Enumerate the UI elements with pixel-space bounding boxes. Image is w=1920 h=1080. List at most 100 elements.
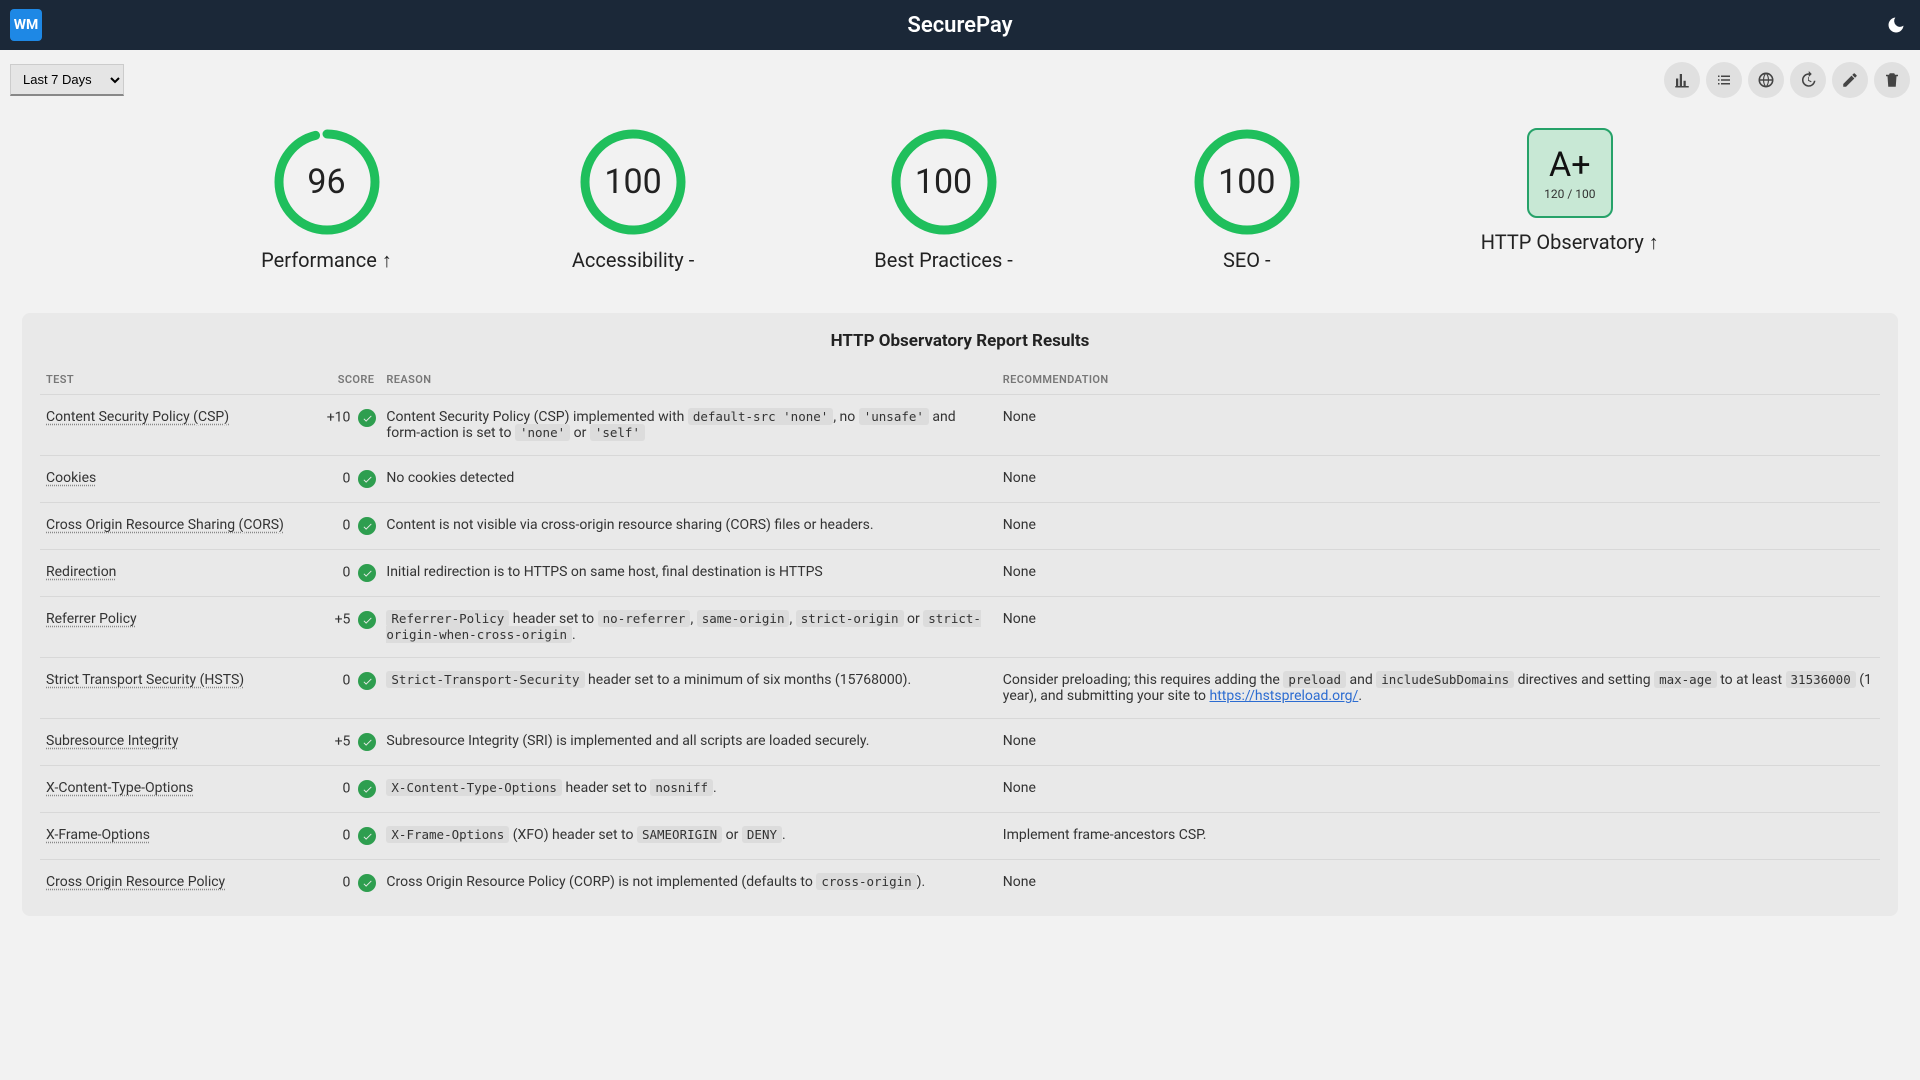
score-card-1[interactable]: 100Accessibility - <box>572 128 694 273</box>
test-name-link[interactable]: Referrer Policy <box>46 611 137 627</box>
score-card-0[interactable]: 96Performance ↑ <box>261 128 392 273</box>
check-icon <box>358 733 376 751</box>
check-icon <box>358 409 376 427</box>
globe-icon <box>1757 71 1775 89</box>
test-name-link[interactable]: Strict Transport Security (HSTS) <box>46 672 244 688</box>
check-icon <box>358 780 376 798</box>
table-row: Subresource Integrity +5 Subresource Integ… <box>40 719 1880 766</box>
text-token: to at least <box>1717 672 1786 688</box>
check-icon <box>358 827 376 845</box>
table-row: Strict Transport Security (HSTS)0Strict-… <box>40 658 1880 719</box>
text-token: or <box>904 611 924 627</box>
list-icon <box>1715 71 1733 89</box>
recommendation-cell: None <box>997 766 1880 813</box>
text-token: None <box>1003 733 1036 749</box>
code-token: includeSubDomains <box>1376 671 1514 688</box>
code-token: no-referrer <box>598 610 691 627</box>
test-name-link[interactable]: X-Content-Type-Options <box>46 780 193 796</box>
recommendation-cell: None <box>997 597 1880 658</box>
recommendation-cell: None <box>997 550 1880 597</box>
col-header: REASON <box>380 365 996 395</box>
check-icon <box>358 611 376 629</box>
test-name-link[interactable]: Redirection <box>46 564 116 580</box>
row-score: 0 <box>343 875 351 891</box>
col-header: RECOMMENDATION <box>997 365 1880 395</box>
test-name-link[interactable]: X-Frame-Options <box>46 827 150 843</box>
row-score: 0 <box>343 781 351 797</box>
observatory-card[interactable]: A+120 / 100HTTP Observatory ↑ <box>1481 128 1659 273</box>
report-title: HTTP Observatory Report Results <box>40 327 1880 365</box>
test-name-link[interactable]: Subresource Integrity <box>46 733 178 749</box>
code-token: cross-origin <box>816 873 916 890</box>
text-token: , <box>789 611 795 627</box>
row-score: +5 <box>335 734 351 750</box>
theme-toggle-button[interactable] <box>1882 11 1910 39</box>
code-token: strict-origin <box>796 610 904 627</box>
row-score: 0 <box>343 518 351 534</box>
code-token: DENY <box>742 826 782 843</box>
table-row: Referrer Policy +5 Referrer-Policy header … <box>40 597 1880 658</box>
recommendation-cell: Implement frame-ancestors CSP. <box>997 813 1880 860</box>
grade-box: A+120 / 100 <box>1527 128 1613 218</box>
score-card-2[interactable]: 100Best Practices - <box>874 128 1013 273</box>
code-token: 'self' <box>590 424 645 441</box>
text-token: No cookies detected <box>386 470 514 486</box>
report-panel: HTTP Observatory Report Results TESTSCOR… <box>22 313 1898 916</box>
controls-row: Last 7 DaysLast 30 DaysLast 90 Days <box>0 50 1920 98</box>
delete-button[interactable] <box>1874 62 1910 98</box>
score-row: 96Performance ↑100Accessibility -100Best… <box>0 98 1920 313</box>
text-token: . <box>713 780 717 796</box>
row-score: +5 <box>335 612 351 628</box>
row-score: +10 <box>327 410 351 426</box>
list-button[interactable] <box>1706 62 1742 98</box>
text-token: or <box>570 425 590 441</box>
text-token: . <box>782 827 786 843</box>
row-score: 0 <box>343 471 351 487</box>
test-name-link[interactable]: Content Security Policy (CSP) <box>46 409 229 425</box>
moon-icon <box>1886 15 1906 35</box>
rec-link[interactable]: https://hstspreload.org/ <box>1209 688 1358 704</box>
test-name-link[interactable]: Cross Origin Resource Sharing (CORS) <box>46 517 284 533</box>
score-card-3[interactable]: 100SEO - <box>1193 128 1301 273</box>
test-name-link[interactable]: Cross Origin Resource Policy <box>46 874 225 890</box>
table-row: X-Frame-Options0X-Frame-Options (XFO) he… <box>40 813 1880 860</box>
code-token: 'none' <box>515 424 570 441</box>
time-range-select[interactable]: Last 7 DaysLast 30 DaysLast 90 Days <box>10 64 124 96</box>
text-token: or <box>722 827 742 843</box>
code-token: X-Frame-Options <box>386 826 509 843</box>
score-ring: 100 <box>1193 128 1301 236</box>
text-token: . <box>1358 688 1362 704</box>
text-token: Consider preloading; this requires addin… <box>1003 672 1284 688</box>
text-token: None <box>1003 780 1036 796</box>
reason-cell: Content Security Policy (CSP) implemente… <box>380 395 996 456</box>
reason-cell: Content is not visible via cross-origin … <box>380 503 996 550</box>
text-token: header set to a minimum of six months (1… <box>585 672 912 688</box>
app-logo: WM <box>10 9 42 41</box>
code-token: 'unsafe' <box>859 408 929 425</box>
edit-button[interactable] <box>1832 62 1868 98</box>
text-token: None <box>1003 517 1036 533</box>
text-token: header set to <box>509 611 597 627</box>
text-token: (XFO) header set to <box>509 827 637 843</box>
test-name-link[interactable]: Cookies <box>46 470 96 486</box>
reason-cell: Subresource Integrity (SRI) is implement… <box>380 719 996 766</box>
recommendation-cell: None <box>997 860 1880 907</box>
table-row: Cookies 0 No cookies detected None <box>40 456 1880 503</box>
globe-button[interactable] <box>1748 62 1784 98</box>
chart-button[interactable] <box>1664 62 1700 98</box>
reason-cell: Referrer-Policy header set to no-referre… <box>380 597 996 658</box>
code-token: preload <box>1283 671 1346 688</box>
reason-cell: No cookies detected <box>380 456 996 503</box>
col-header: TEST <box>40 365 298 395</box>
score-label: Accessibility - <box>572 248 694 272</box>
score-value: 100 <box>890 128 998 236</box>
text-token: None <box>1003 611 1036 627</box>
text-token: , <box>690 611 696 627</box>
history-button[interactable] <box>1790 62 1826 98</box>
delete-icon <box>1883 71 1901 89</box>
text-token: Subresource Integrity (SRI) is implement… <box>386 733 869 749</box>
recommendation-cell: None <box>997 395 1880 456</box>
table-row: X-Content-Type-Options0X-Content-Type-Op… <box>40 766 1880 813</box>
grade-score: 120 / 100 <box>1544 187 1595 201</box>
text-token: None <box>1003 470 1036 486</box>
